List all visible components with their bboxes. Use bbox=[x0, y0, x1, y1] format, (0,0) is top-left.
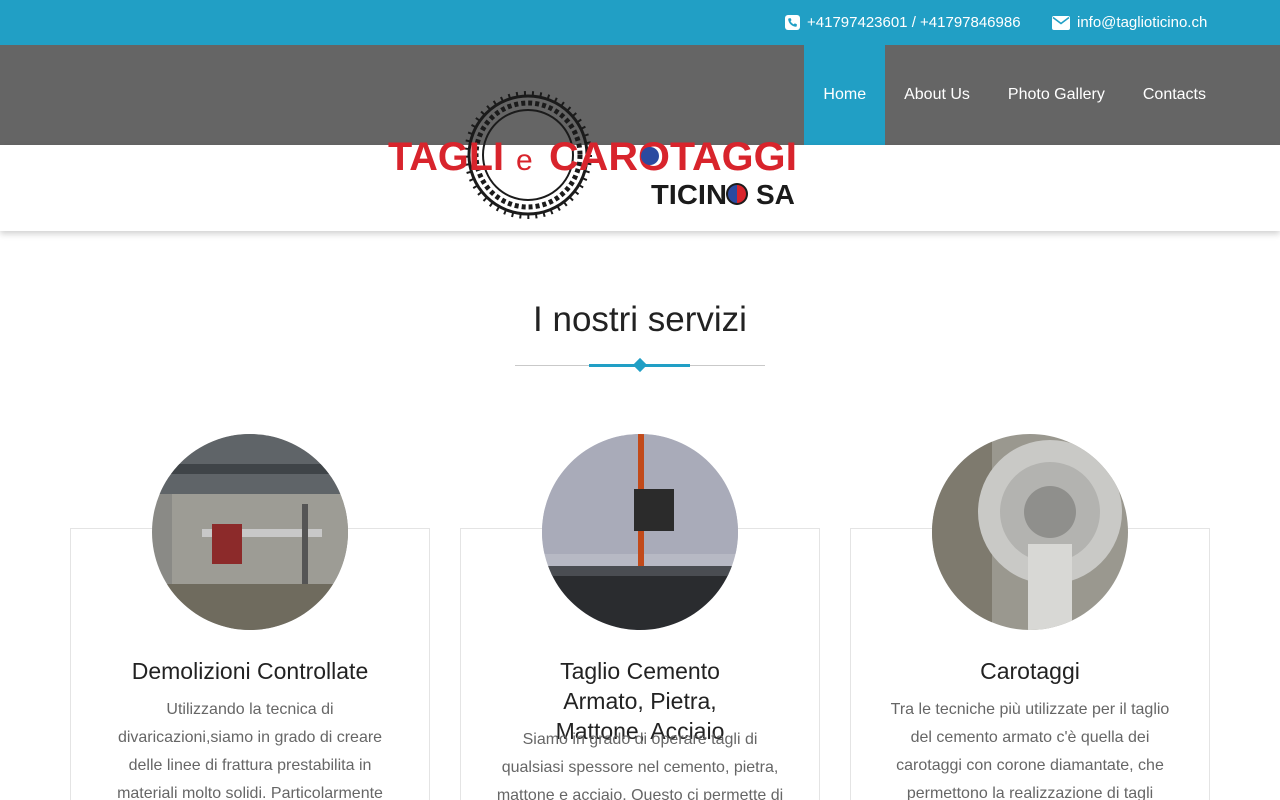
service-text-taglio: Siamo in grado di operare tagli di quals… bbox=[496, 731, 784, 800]
email-contact[interactable]: info@taglioticino.ch bbox=[1052, 0, 1207, 45]
logo-blue-dot-icon bbox=[641, 147, 659, 165]
logo-word-sa: SA bbox=[756, 179, 795, 210]
logo-word-carotaggi: CAROTAGGI bbox=[549, 135, 797, 179]
title-divider bbox=[515, 357, 765, 373]
logo-word-e: e bbox=[516, 144, 533, 177]
phone-square-icon bbox=[785, 15, 800, 30]
section-title: I nostri servizi bbox=[533, 300, 747, 339]
service-image-taglio bbox=[542, 434, 738, 630]
top-contact-bar: +41797423601 / +41797846986 info@tagliot… bbox=[0, 0, 1280, 45]
phone-numbers: +41797423601 / +41797846986 bbox=[807, 14, 1021, 31]
nav-item-contacts[interactable]: Contacts bbox=[1124, 45, 1225, 145]
envelope-icon bbox=[1052, 15, 1070, 30]
logo-word-tagli: TAGLI bbox=[388, 135, 504, 179]
service-title-carotaggi: Carotaggi bbox=[980, 658, 1080, 684]
service-text-demolizioni: Utilizzando la tecnica di divaricazioni,… bbox=[117, 701, 383, 800]
nav-item-photo-gallery[interactable]: Photo Gallery bbox=[989, 45, 1124, 145]
service-image-demolizioni bbox=[152, 434, 348, 630]
nav-item-home[interactable]: Home bbox=[804, 45, 886, 145]
phone-contact[interactable]: +41797423601 / +41797846986 bbox=[785, 0, 1021, 45]
logo-word-ticin: TICIN bbox=[651, 179, 727, 210]
diamond-icon bbox=[632, 357, 648, 373]
main-nav: Home About Us Photo Gallery Contacts bbox=[804, 45, 1225, 145]
site-logo[interactable]: TAGLI e CAROTAGGI TICIN SA bbox=[386, 90, 800, 220]
nav-item-about-us[interactable]: About Us bbox=[885, 45, 989, 145]
logo-swiss-circle-icon bbox=[726, 183, 748, 205]
service-text-carotaggi: Tra le tecniche più utilizzate per il ta… bbox=[890, 701, 1170, 800]
email-address: info@taglioticino.ch bbox=[1077, 14, 1208, 31]
service-image-carotaggi bbox=[932, 434, 1128, 630]
service-title-demolizioni: Demolizioni Controllate bbox=[131, 658, 369, 684]
